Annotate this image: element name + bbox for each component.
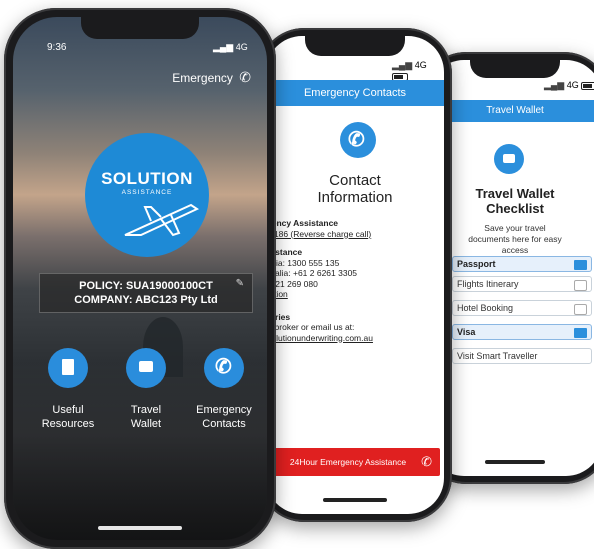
contacts-phone: ▂▄▆ 4G Emergency Contacts ✆ Contact Info… (258, 28, 452, 522)
camera-icon (574, 304, 587, 315)
phone-plus-icon: ✆ (340, 122, 376, 158)
home-phone: 9:36 ▂▄▆ 4G Emergency ✆ SOLUTION ASSISTA… (4, 8, 276, 549)
image-icon (574, 260, 587, 270)
emergency-link[interactable]: Emergency ✆ (172, 69, 251, 86)
company-name: COMPANY: ABC123 Pty Ltd (74, 294, 218, 306)
status-time: 9:36 (47, 42, 67, 53)
contact-line[interactable]: Mobile: +61 421 269 080 (266, 279, 434, 290)
phone-plus-icon: ✆ (215, 356, 232, 378)
header-bar: Travel Wallet (428, 100, 594, 122)
travel-wallet-button[interactable] (126, 348, 166, 388)
useful-resources-label: Useful Resources (41, 404, 95, 430)
emergency-phone-link[interactable]: +61 2 8912 5186 (Reverse charge call) (266, 229, 434, 240)
contact-line[interactable]: Within Australia: 1300 555 135 (266, 258, 434, 269)
row-passport[interactable]: Passport (452, 256, 592, 272)
home-screen: 9:36 ▂▄▆ 4G Emergency ✆ SOLUTION ASSISTA… (13, 17, 267, 540)
policy-number: POLICY: SUA19000100CT (79, 280, 213, 292)
more-info-link[interactable]: More information (266, 289, 434, 300)
logo-brand: SOLUTION (101, 169, 193, 188)
emergency-contacts-button[interactable]: ✆ (204, 348, 244, 388)
signal-text: 4G (566, 80, 579, 90)
wallet-icon (139, 361, 153, 372)
battery-icon (581, 81, 594, 90)
email-link[interactable]: enquiries@solutionunderwriting.com.au (266, 333, 434, 344)
travel-wallet-label: Travel Wallet (130, 404, 162, 430)
row-flights[interactable]: Flights Itinerary (452, 276, 592, 292)
notch (81, 17, 199, 39)
wallet-icon (494, 144, 524, 174)
wallet-screen: ▂▄▆ 4G Travel Wallet Travel Wallet Check… (428, 60, 594, 476)
emergency-contacts-label: Emergency Contacts (196, 404, 252, 430)
plane-logo-icon (124, 203, 200, 237)
status-bar: ▂▄▆ 4G (392, 60, 444, 81)
page-title: Travel Wallet Checklist (475, 186, 555, 216)
page-subtitle: Save your travel documents here for easy… (468, 223, 562, 255)
document-icon (62, 359, 74, 375)
contact-line: Contact your broker or email us at: (266, 322, 355, 332)
notch (305, 36, 405, 56)
phone-plus-icon: ✆ (421, 454, 432, 469)
policy-card: POLICY: SUA19000100CT COMPANY: ABC123 Pt… (39, 273, 253, 313)
header-bar: Emergency Contacts (266, 80, 444, 106)
home-indicator (485, 460, 545, 464)
row-smart-traveller[interactable]: Visit Smart Traveller (452, 348, 592, 364)
row-hotel[interactable]: Hotel Booking (452, 300, 592, 316)
useful-resources-button[interactable] (48, 348, 88, 388)
image-icon (574, 328, 587, 338)
notch (470, 60, 560, 78)
row-visa[interactable]: Visa (452, 324, 592, 340)
camera-icon (574, 280, 587, 291)
logo: SOLUTION ASSISTANCE (85, 133, 209, 257)
home-indicator (98, 526, 182, 530)
section-heading: Policy Enquiries (266, 311, 291, 322)
contact-line[interactable]: Outside Australia: +61 2 6261 3305 (266, 268, 434, 279)
emergency-cta-button[interactable]: 24Hour Emergency Assistance ✆ (266, 448, 440, 476)
home-indicator (323, 498, 387, 502)
header-title: Emergency Contacts (303, 87, 407, 99)
header-title: Travel Wallet (486, 105, 544, 116)
contacts-screen: ▂▄▆ 4G Emergency Contacts ✆ Contact Info… (266, 36, 444, 514)
contact-details: 24Hr Emergency Assistance +61 2 8912 518… (266, 218, 434, 343)
section-heading: Medical Assistance (266, 247, 303, 257)
status-bar: ▂▄▆ 4G (544, 80, 594, 91)
section-heading: 24Hr Emergency Assistance (266, 218, 339, 228)
edit-pencil-icon[interactable]: ✎ (236, 278, 244, 289)
page-title: Contact Information (317, 172, 393, 206)
signal-text: 4G (414, 60, 427, 70)
status-bar: ▂▄▆ 4G (213, 42, 248, 52)
signal-text: 4G (235, 42, 248, 52)
phone-plus-icon: ✆ (239, 69, 251, 85)
